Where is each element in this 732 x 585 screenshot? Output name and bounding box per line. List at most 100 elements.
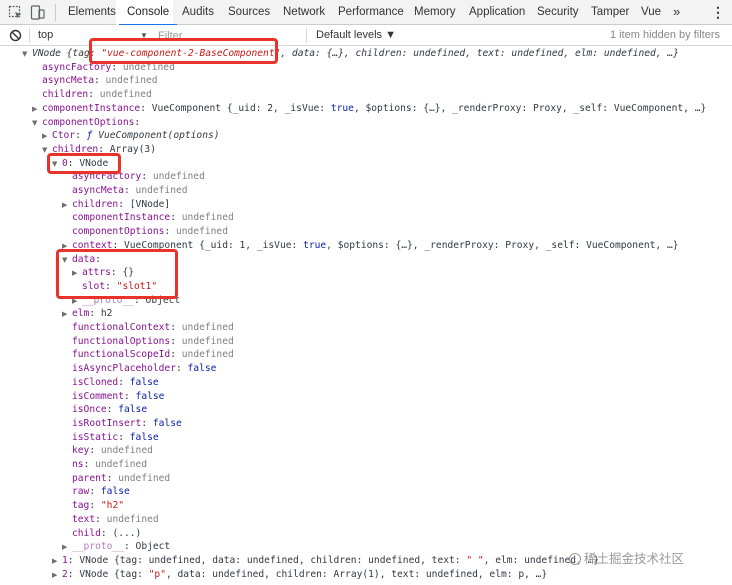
- tree-row[interactable]: ▶ __proto__: Object: [62, 540, 170, 554]
- property-key: componentInstance: [42, 102, 141, 114]
- tab-performance[interactable]: Performance: [338, 0, 404, 25]
- expanded-triangle-icon[interactable]: ▼: [32, 116, 42, 130]
- property-key: children: [72, 198, 119, 210]
- property-value: undefined: [100, 445, 153, 457]
- tab-audits[interactable]: Audits: [182, 0, 214, 25]
- key-separator: :: [67, 554, 80, 566]
- tree-row: isCloned: false: [62, 376, 159, 390]
- tab-vue[interactable]: Vue: [641, 0, 661, 25]
- toolbar-divider: [306, 28, 307, 43]
- collapsed-triangle-icon[interactable]: ▶: [42, 129, 52, 143]
- log-entry[interactable]: ▼ VNode {tag: "vue-component-2-BaseCompon…: [22, 47, 679, 61]
- collapsed-triangle-icon[interactable]: ▶: [52, 554, 62, 568]
- property-value: false: [118, 404, 148, 416]
- key-separator: :: [83, 459, 96, 470]
- console-toolbar: top ▼ Default levels ▼ 1 item hidden by …: [0, 25, 732, 46]
- property-key: componentOptions: [72, 226, 165, 238]
- chevron-down-icon[interactable]: ▼: [140, 25, 148, 46]
- more-tabs-button[interactable]: »: [673, 0, 680, 25]
- property-key: asyncFactory: [72, 171, 142, 183]
- property-key: asyncMeta: [42, 75, 94, 87]
- key-separator: :: [106, 472, 119, 484]
- expanded-triangle-icon[interactable]: ▼: [52, 157, 62, 171]
- tree-row[interactable]: ▶ componentInstance: VueComponent {_uid: …: [32, 102, 706, 116]
- key-separator: :: [110, 267, 123, 279]
- log-levels-dropdown[interactable]: Default levels ▼: [316, 25, 396, 46]
- property-key: text: [72, 513, 96, 525]
- tab-application[interactable]: Application: [469, 0, 525, 25]
- tab-tamper[interactable]: Tamper: [591, 0, 629, 25]
- property-key: children: [52, 143, 99, 155]
- key-separator: :: [89, 308, 101, 320]
- tree-row[interactable]: ▼ 0: VNode: [52, 157, 108, 171]
- collapsed-triangle-icon[interactable]: ▶: [62, 198, 72, 212]
- tree-row: componentOptions: undefined: [62, 225, 228, 239]
- key-separator: :: [170, 335, 182, 347]
- tree-row[interactable]: ▶ __proto__: Object: [72, 294, 180, 308]
- property-key: isAsyncPlaceholder: [72, 363, 176, 375]
- tree-row[interactable]: ▶ Ctor: ƒ VueComponent(options): [42, 129, 220, 143]
- property-value: (...): [112, 527, 142, 539]
- tree-row[interactable]: ▼ data:: [62, 253, 101, 267]
- key-separator: :: [118, 431, 130, 443]
- property-value: Object: [135, 541, 171, 553]
- tree-row[interactable]: ▶ attrs: {}: [72, 266, 134, 280]
- property-value: undefined: [118, 472, 171, 484]
- key-separator: :: [170, 212, 182, 224]
- tree-row: functionalContext: undefined: [62, 321, 234, 335]
- customize-menu-icon[interactable]: ⋮: [711, 0, 725, 25]
- collapsed-triangle-icon[interactable]: ▶: [72, 266, 82, 280]
- property-key: raw: [72, 486, 90, 498]
- collapsed-triangle-icon[interactable]: ▶: [62, 307, 72, 321]
- property-value: false: [152, 417, 182, 429]
- tab-elements[interactable]: Elements: [68, 0, 116, 25]
- property-key: isRootInsert: [72, 417, 142, 429]
- context-selector[interactable]: top: [38, 25, 53, 46]
- tab-network[interactable]: Network: [283, 0, 325, 25]
- watermark-logo-icon: [569, 553, 581, 565]
- clear-console-icon[interactable]: [9, 29, 22, 42]
- value-fragment: VNode {tag:: [32, 48, 102, 59]
- tree-row[interactable]: ▼ children: Array(3): [42, 143, 156, 157]
- tree-row: asyncMeta: undefined: [62, 184, 188, 198]
- tree-row: isRootInsert: false: [62, 417, 182, 431]
- tab-security[interactable]: Security: [537, 0, 579, 25]
- key-separator: :: [100, 527, 113, 539]
- expanded-triangle-icon[interactable]: ▼: [42, 143, 52, 157]
- toolbar-divider: [55, 4, 56, 21]
- tab-console[interactable]: Console: [118, 0, 178, 26]
- tree-row: text: undefined: [62, 513, 159, 527]
- tree-row: asyncFactory: undefined: [32, 61, 175, 75]
- collapsed-triangle-icon[interactable]: ▶: [72, 294, 82, 308]
- device-toolbar-icon[interactable]: [30, 5, 45, 20]
- tree-row: children: undefined: [32, 88, 152, 102]
- property-key: functionalContext: [72, 322, 171, 333]
- tree-row[interactable]: ▶ children: [VNode]: [62, 198, 170, 212]
- property-value: h2: [100, 308, 113, 320]
- tree-row[interactable]: ▶ 1: VNode {tag: undefined, data: undefin…: [52, 554, 599, 568]
- tree-row: functionalScopeId: undefined: [62, 348, 234, 362]
- tree-row[interactable]: ▶ context: VueComponent {_uid: 1, _isVue:…: [62, 239, 679, 253]
- value-fragment: , data: {…}, children: undefined, text: …: [280, 48, 679, 59]
- property-value: undefined: [122, 61, 175, 73]
- tree-row[interactable]: ▼ componentOptions:: [32, 116, 140, 130]
- inspect-element-icon[interactable]: [8, 5, 23, 20]
- filter-input[interactable]: [158, 28, 298, 43]
- property-key: data: [72, 253, 96, 265]
- property-value: undefined: [152, 171, 205, 183]
- collapsed-triangle-icon[interactable]: ▶: [32, 102, 42, 116]
- collapsed-triangle-icon[interactable]: ▶: [62, 540, 72, 554]
- tab-memory[interactable]: Memory: [414, 0, 456, 25]
- collapsed-triangle-icon[interactable]: ▶: [52, 568, 62, 582]
- property-value: "h2": [100, 500, 124, 512]
- property-key: functionalScopeId: [72, 349, 171, 361]
- tree-row[interactable]: ▶ elm: h2: [62, 307, 112, 321]
- tab-sources[interactable]: Sources: [228, 0, 270, 25]
- tree-row[interactable]: ▶ 2: VNode {tag: "p", data: undefined, ch…: [52, 568, 547, 582]
- property-key: ns: [72, 459, 84, 470]
- key-separator: :: [123, 185, 136, 196]
- property-value: Array(3): [109, 143, 156, 155]
- collapsed-triangle-icon[interactable]: ▶: [62, 239, 72, 253]
- expanded-triangle-icon[interactable]: ▼: [22, 47, 32, 61]
- expanded-triangle-icon[interactable]: ▼: [62, 253, 72, 267]
